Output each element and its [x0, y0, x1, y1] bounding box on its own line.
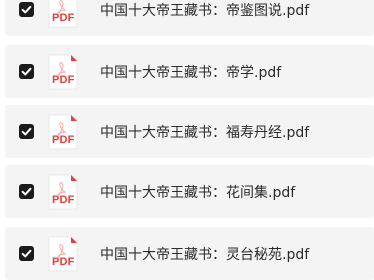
checkbox-checked[interactable] [19, 63, 34, 79]
pdf-label: PDF [52, 133, 75, 146]
file-row[interactable]: PDF 中国十大帝王藏书：福寿丹经.pdf [5, 105, 374, 158]
file-name: 中国十大帝王藏书：帝鉴图说.pdf [100, 2, 310, 19]
file-name: 中国十大帝王藏书：灵台秘苑.pdf [100, 246, 310, 263]
checkmark-icon [21, 5, 32, 13]
pdf-file-icon: PDF [48, 114, 78, 150]
pdf-file-icon: PDF [48, 236, 78, 272]
checkmark-icon [21, 187, 32, 195]
pdf-file-icon: PDF [48, 54, 78, 90]
checkmark-icon [21, 249, 32, 257]
pdf-label: PDF [52, 255, 75, 268]
checkbox-checked[interactable] [19, 1, 34, 17]
pdf-label: PDF [52, 73, 75, 86]
checkmark-icon [21, 127, 32, 135]
pdf-file-icon: PDF [48, 0, 78, 28]
file-row[interactable]: PDF 中国十大帝王藏书：灵台秘苑.pdf [5, 227, 374, 280]
checkbox-checked[interactable] [19, 123, 34, 139]
file-name: 中国十大帝王藏书：花间集.pdf [100, 184, 296, 201]
file-row[interactable]: PDF 中国十大帝王藏书：帝鉴图说.pdf [5, 0, 374, 36]
checkbox-checked[interactable] [19, 245, 34, 261]
file-list: PDF 中国十大帝王藏书：帝鉴图说.pdf PDF 中国十大帝王藏书：帝学.pd… [0, 0, 374, 280]
pdf-label: PDF [52, 193, 75, 206]
pdf-label: PDF [52, 11, 75, 24]
file-row[interactable]: PDF 中国十大帝王藏书：花间集.pdf [5, 165, 374, 218]
pdf-file-icon: PDF [48, 174, 78, 210]
checkbox-checked[interactable] [19, 183, 34, 199]
file-row[interactable]: PDF 中国十大帝王藏书：帝学.pdf [5, 45, 374, 98]
file-name: 中国十大帝王藏书：帝学.pdf [100, 64, 282, 81]
checkmark-icon [21, 67, 32, 75]
file-name: 中国十大帝王藏书：福寿丹经.pdf [100, 124, 310, 141]
